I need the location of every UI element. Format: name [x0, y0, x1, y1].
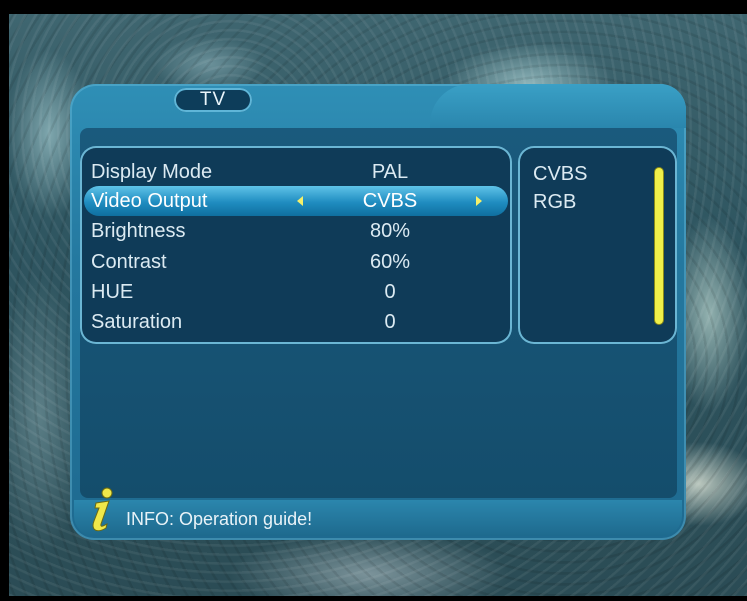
setting-value: 80%: [369, 220, 411, 242]
setting-value: PAL: [371, 161, 409, 183]
setting-label: Brightness: [91, 220, 186, 242]
option-rgb[interactable]: RGB: [533, 188, 653, 216]
arrow-right-icon[interactable]: [476, 196, 482, 206]
setting-row-saturation[interactable]: Saturation 0: [84, 307, 508, 337]
setting-value: CVBS: [362, 190, 418, 212]
setting-label: Display Mode: [91, 161, 213, 183]
menu-title: TV: [174, 88, 252, 112]
option-cvbs[interactable]: CVBS: [533, 160, 653, 188]
setting-label: Video Output: [91, 190, 208, 212]
options-scrollbar[interactable]: [655, 168, 663, 324]
setting-value: 60%: [369, 251, 411, 273]
panel-header: [430, 84, 686, 128]
setting-label: HUE: [91, 281, 134, 303]
setting-value: 0: [384, 311, 396, 333]
setting-value: 0: [384, 281, 396, 303]
setting-row-hue[interactable]: HUE 0: [84, 277, 508, 307]
setting-row-video-output[interactable]: Video Output CVBS: [84, 186, 508, 216]
setting-row-contrast[interactable]: Contrast 60%: [84, 247, 508, 277]
frame-border-bottom: [0, 596, 747, 601]
arrow-left-icon[interactable]: [297, 196, 303, 206]
setting-label: Saturation: [91, 311, 183, 333]
info-text: INFO: Operation guide!: [126, 509, 313, 529]
setting-row-brightness[interactable]: Brightness 80%: [84, 216, 508, 246]
info-icon: [92, 487, 113, 532]
frame-border-left: [0, 0, 9, 601]
setting-row-display-mode[interactable]: Display Mode PAL: [84, 157, 508, 187]
frame-border-top: [0, 0, 747, 14]
setting-label: Contrast: [91, 251, 167, 273]
